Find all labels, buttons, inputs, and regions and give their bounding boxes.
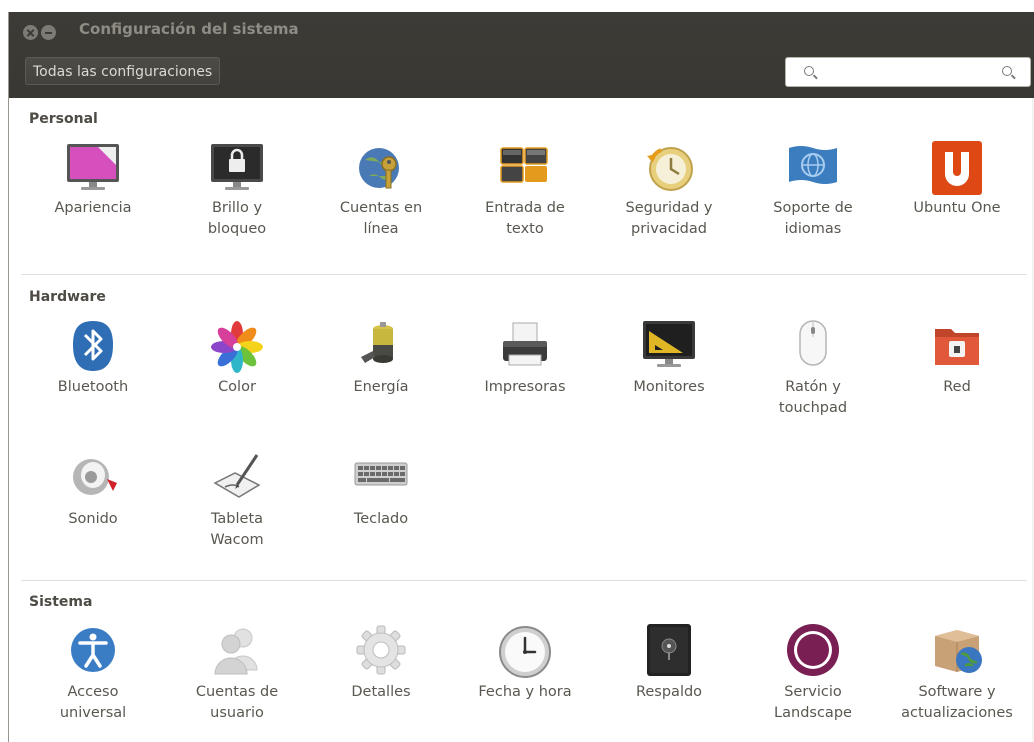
window-title: Configuración del sistema — [79, 20, 299, 38]
minimize-icon[interactable] — [41, 25, 56, 40]
search-icon — [804, 66, 814, 76]
landscape-icon — [787, 624, 839, 676]
universal-access-icon — [71, 628, 115, 672]
item-label: Soporte de idiomas — [773, 200, 853, 237]
all-settings-button[interactable]: Todas las configuraciones — [25, 57, 221, 85]
backup-icon — [647, 624, 691, 676]
network-icon — [935, 329, 979, 365]
item-label: Respaldo — [635, 684, 703, 700]
item-label: Red — [943, 379, 971, 395]
text-entry-icon — [500, 147, 548, 183]
clock-icon — [499, 626, 551, 678]
brightness-lock-icon — [211, 144, 263, 190]
item-label: Tableta Wacom — [210, 511, 264, 548]
item-label: Sonido — [68, 511, 118, 527]
bluetooth-icon — [73, 321, 113, 371]
item-label: Ubuntu One — [913, 200, 1001, 216]
displays-icon — [643, 321, 695, 367]
section-divider — [21, 580, 1027, 581]
item-label: Monitores — [633, 379, 705, 395]
item-label: Impresoras — [484, 379, 566, 395]
section-title: Hardware — [29, 289, 106, 305]
language-support-icon — [789, 146, 837, 184]
item-label: Fecha y hora — [478, 684, 572, 700]
item-label: Apariencia — [54, 200, 132, 216]
item-label: Detalles — [351, 684, 411, 700]
power-icon — [361, 322, 393, 363]
item-label: Software y actualizaciones — [901, 684, 1013, 721]
section-divider — [21, 274, 1027, 275]
item-label: Brillo y bloqueo — [207, 200, 267, 237]
item-label: Color — [218, 379, 256, 395]
sound-icon — [73, 459, 117, 495]
item-label: Cuentas de usuario — [195, 684, 279, 721]
security-privacy-icon — [647, 147, 693, 191]
section-title: Sistema — [29, 594, 93, 610]
ubuntu-one-icon — [932, 141, 982, 195]
mouse-icon — [799, 320, 827, 366]
title-bar: Configuración del sistema Todas las conf… — [9, 12, 1034, 98]
settings-window: Configuración del sistema Todas las conf… — [8, 12, 1034, 742]
user-accounts-icon — [214, 628, 258, 675]
item-label: Entrada de texto — [485, 200, 565, 237]
item-label: Energía — [353, 379, 409, 395]
keyboard-icon — [354, 462, 408, 486]
item-label: Teclado — [353, 511, 409, 527]
item-label: Servicio Landscape — [774, 684, 852, 721]
software-updates-icon — [935, 630, 982, 673]
online-accounts-icon — [359, 148, 399, 189]
item-label: Ratón y touchpad — [778, 379, 848, 416]
wacom-tablet-icon — [213, 454, 261, 498]
search-field[interactable] — [785, 57, 1031, 87]
search-icon[interactable] — [1002, 66, 1012, 76]
close-icon[interactable] — [23, 25, 38, 40]
item-label: Bluetooth — [57, 379, 129, 395]
search-input[interactable] — [822, 61, 996, 85]
details-icon — [356, 625, 406, 675]
section-title: Personal — [29, 111, 98, 127]
item-label: Cuentas en línea — [339, 200, 423, 237]
color-icon — [211, 321, 263, 373]
appearance-icon — [67, 144, 119, 190]
printer-icon — [503, 322, 547, 366]
item-label: Acceso universal — [59, 684, 127, 721]
item-label: Seguridad y privacidad — [625, 200, 713, 237]
